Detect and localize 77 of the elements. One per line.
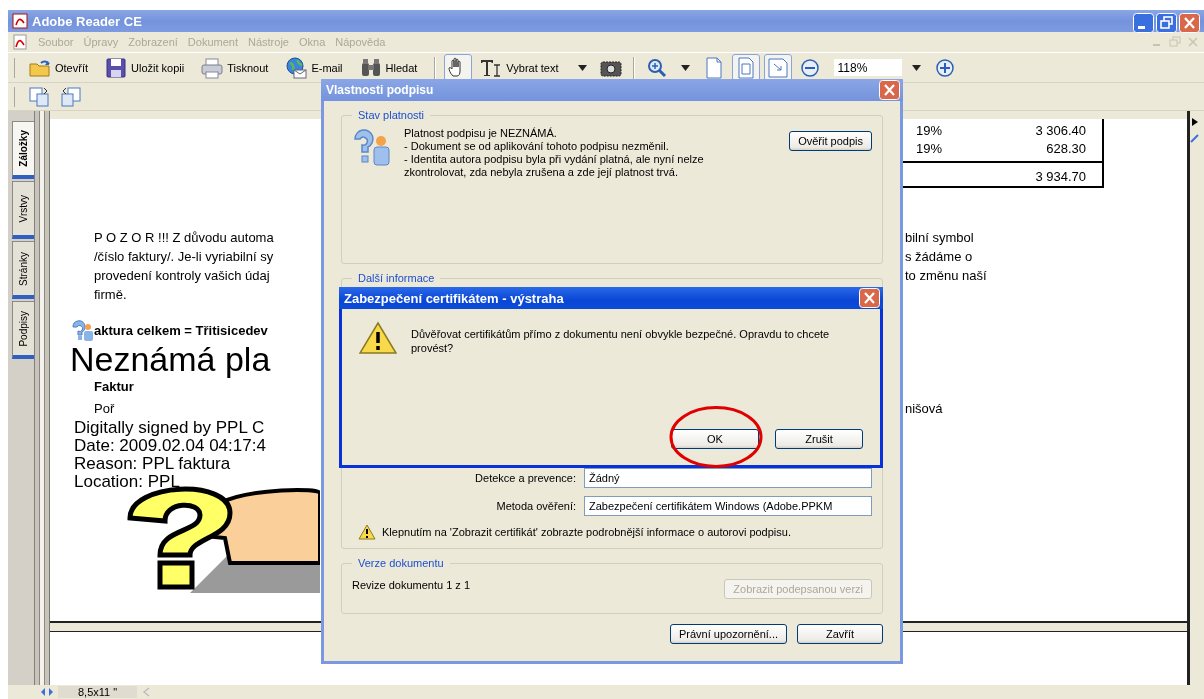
text-line: /číslo faktury/. Je-li vyriabilní sy <box>94 249 274 265</box>
close-icon[interactable] <box>879 80 900 100</box>
printer-icon <box>200 55 225 80</box>
dialog-button[interactable]: OK <box>671 429 759 449</box>
minimize-icon[interactable] <box>1133 12 1154 33</box>
group-label: Další informace <box>357 272 436 284</box>
table-cell-text: 19% <box>916 122 944 138</box>
caret-icon[interactable] <box>680 64 690 71</box>
toolbar-button[interactable]: E-mail <box>281 54 346 81</box>
toolbar-button[interactable]: Tisknout <box>197 54 272 81</box>
fit-page-icon[interactable] <box>731 53 760 82</box>
signature-text: Date: 2009.02.04 04:17:4 <box>74 436 266 455</box>
side-tab[interactable]: Záložky <box>12 121 34 179</box>
table-cell: 3 934.70 <box>1035 168 1086 184</box>
text-line: firmě. <box>94 287 127 303</box>
dialog-title: Vlastnosti podpisu <box>326 83 434 97</box>
text-field[interactable]: Žádný <box>584 468 872 488</box>
signature-text: Reason: PPL faktura <box>74 454 231 473</box>
toolbar-button[interactable]: Uložit kopii <box>101 54 188 81</box>
panel-splitter[interactable] <box>35 111 49 685</box>
text-line: to změnu naší <box>905 268 987 284</box>
page-size-label: 8,5x11 " <box>58 686 138 698</box>
close-icon[interactable] <box>1179 12 1200 33</box>
dialog-button[interactable]: Právní upozornění... <box>669 624 787 644</box>
status-text: - Identita autora podpisu byla při vydání platná, ale nyní nelze zkontrolovat, zda nebyla zrušena a zde její platnost trvá. <box>404 153 705 179</box>
revision-text: Revize dokumentu 1 z 1 <box>352 579 470 591</box>
text-field[interactable]: Zabezpečení certifikátem Windows (Adobe.PPKM <box>584 496 872 516</box>
restore-icon[interactable] <box>1156 12 1177 33</box>
dialog-button[interactable]: Zrušit <box>775 429 863 449</box>
close-icon[interactable] <box>859 288 880 308</box>
pdf-icon <box>12 13 28 29</box>
signature-text: Digitally signed by PPL C <box>74 418 265 437</box>
alert-message: Důvěřovat certifikátům přímo z dokumentu není obvykle bezpečné. Opravdu to chcete provést? <box>411 327 831 355</box>
side-tab[interactable]: Stránky <box>12 241 34 299</box>
caret-icon[interactable] <box>911 64 921 71</box>
zoom-field[interactable]: 118% <box>833 59 902 76</box>
status-text: - Dokument se od aplikování tohoto podpisu nezměnil. <box>404 140 670 153</box>
user-question-icon <box>352 127 392 167</box>
field-label: Detekce a prevence: <box>475 472 576 484</box>
user-question-icon <box>70 319 94 341</box>
text-line: aktura celkem = Třitisicedev <box>94 322 268 338</box>
text-line: bilní symbol <box>905 230 974 246</box>
dialog-title: Zabezpečení certifikátem - výstraha <box>344 290 564 306</box>
toolbar-button[interactable]: Vybrat text <box>476 54 562 81</box>
toolbar-button[interactable]: Otevřít <box>25 54 91 81</box>
pen-icon <box>1190 133 1200 143</box>
status-text: Platnost podpisu je NEZNÁMÁ. <box>404 127 558 140</box>
side-tab[interactable]: Vrstvy <box>12 181 34 239</box>
caret-icon[interactable] <box>577 64 587 71</box>
arrow-right-icon[interactable] <box>1190 117 1200 127</box>
text-line: Faktur <box>94 379 134 394</box>
globe-envelope-icon <box>284 55 309 80</box>
text-line: nišová <box>905 401 943 417</box>
text-line: Poř <box>94 401 115 417</box>
text-line: s žádáme o <box>905 249 973 265</box>
warning-icon <box>359 321 397 355</box>
signature-text: Location: PPL <box>74 472 180 491</box>
dialog-button[interactable]: Zavřít <box>797 624 883 644</box>
fit-width-icon[interactable] <box>763 53 792 82</box>
verify-button[interactable]: Ověřit podpis <box>789 131 872 151</box>
notice-text: Klepnutím na 'Zobrazit certifikát' zobrazte podrobnější informace o autorovi podpisu. <box>382 526 791 538</box>
table-cell: 3 306.40 <box>1035 122 1086 138</box>
group-label: Verze dokumentu <box>357 557 445 569</box>
pdf-icon <box>12 34 28 50</box>
group-label: Stav platnosti <box>357 109 426 121</box>
navigation-icon[interactable] <box>40 687 54 697</box>
toolbar-button[interactable]: Hledat <box>355 54 421 81</box>
table-cell-text: 19% <box>916 140 944 156</box>
signature-status: Neznámá pla <box>70 340 271 378</box>
table-cell: 628.30 <box>1046 140 1086 156</box>
text-line: P O Z O R !!! Z důvodu automa <box>94 230 274 246</box>
window-title: Adobe Reader CE <box>32 13 143 29</box>
field-label: Metoda ověření: <box>496 500 576 512</box>
side-tab[interactable]: Podpisy <box>12 301 34 359</box>
hand-icon[interactable] <box>444 53 473 82</box>
text-line: provedení kontroly vašich údaj <box>94 268 270 284</box>
warning-icon <box>358 524 376 540</box>
